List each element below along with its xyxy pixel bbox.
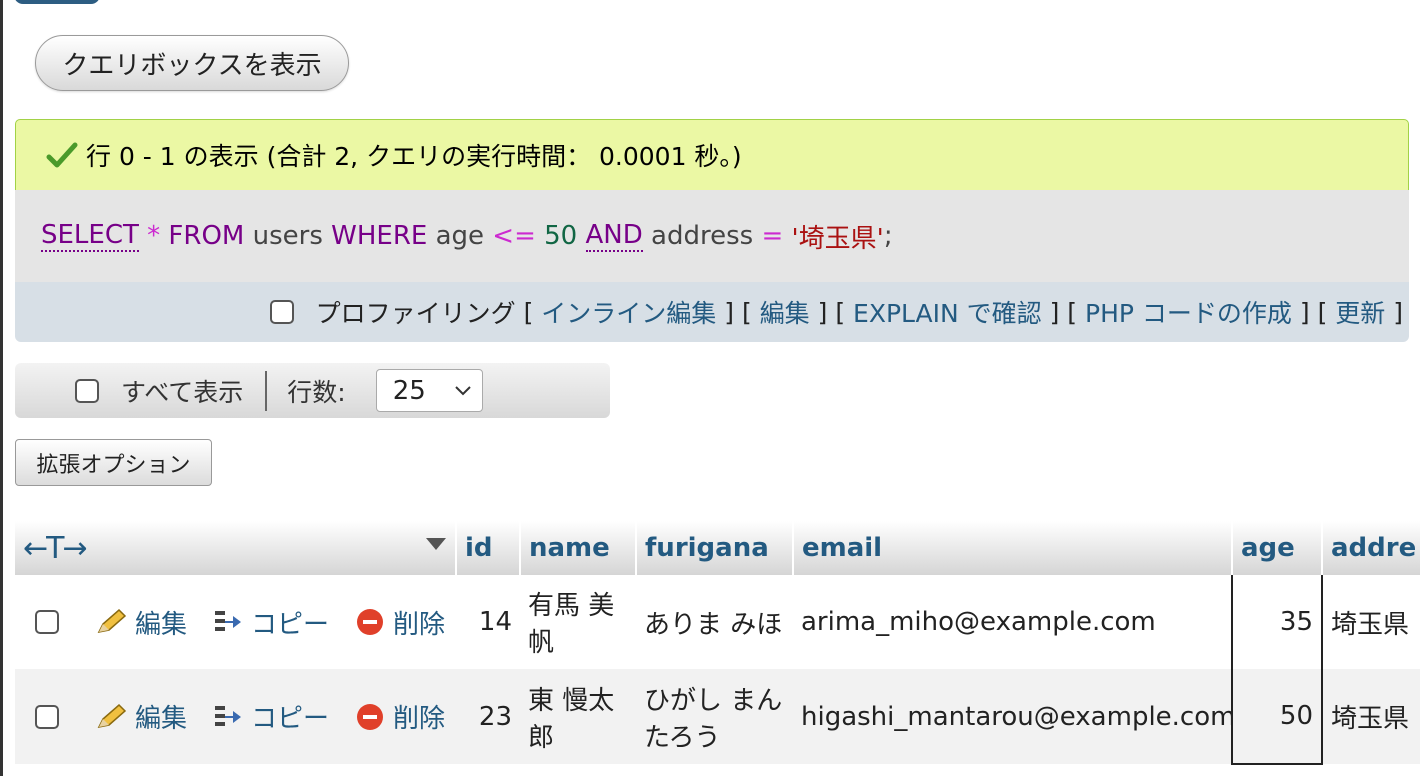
cell-address: 埼玉県 [1322,669,1420,764]
column-header-address[interactable]: addre [1322,521,1420,575]
show-all-label: すべて表示 [121,377,244,407]
bracket-sep: ] [ [1291,297,1336,327]
sql-star: * [147,221,161,251]
cell-id: 14 [456,575,520,669]
sql-table-name: users [252,221,323,251]
success-message-text: 行 0 - 1 の表示 (合計 2, クエリの実行時間： 0.0001 秒。) [86,142,742,171]
success-message-panel: 行 0 - 1 の表示 (合計 2, クエリの実行時間： 0.0001 秒。) [15,119,1409,191]
rows-count-label: 行数: [287,377,346,407]
profiling-checkbox[interactable] [269,300,294,324]
sql-string-value: '埼玉県' [791,223,884,254]
row-actions-cell: 編集 コピー 削除 [15,669,456,764]
column-header-age[interactable]: age [1232,521,1323,575]
chevron-down-icon [454,385,471,395]
inline-edit-link[interactable]: インライン編集 [541,294,716,330]
column-header-id[interactable]: id [456,521,521,575]
cell-name: 東 慢太郎 [520,669,636,764]
explain-link[interactable]: EXPLAIN で確認 [853,294,1042,330]
bracket-close: ] [1385,297,1403,327]
top-tab-fragment[interactable] [14,0,100,4]
sql-column-age: age [435,221,485,251]
cell-email: arima_miho@example.com [793,575,1232,669]
cell-furigana: ありま みほ [636,575,793,669]
sql-operator-eq: = [761,221,784,251]
table-row: 編集 コピー 削除 14 有馬 美帆 ありま みほ arima_miho@exa… [15,575,1420,669]
checkmark-icon [46,142,78,168]
table-row: 編集 コピー 削除 23 東 慢太郎 ひがし まんたろう higashi_man… [15,669,1420,765]
navigation-bar: すべて表示 行数: 25 [15,363,610,418]
column-arrows-icon[interactable]: ←T→ [23,531,88,566]
sql-keyword-and[interactable]: AND [585,220,643,252]
refresh-link[interactable]: 更新 [1335,294,1385,330]
row-actions-cell: 編集 コピー 削除 [15,575,456,669]
pencil-icon [97,608,127,634]
window-edge [0,0,3,776]
bracket-sep: ] [ [716,297,760,327]
row-select-checkbox[interactable] [35,610,59,634]
bracket-sep: ] [ [1041,297,1086,327]
sql-number-value: 50 [544,221,578,251]
create-php-code-link[interactable]: PHP コードの作成 [1085,294,1292,330]
profiling-label: プロファイリング [315,299,516,328]
column-header-name[interactable]: name [520,521,637,575]
extended-options-button[interactable]: 拡張オプション [15,439,212,486]
rows-per-page-select[interactable]: 25 [375,369,483,412]
row-delete-link[interactable]: 削除 [393,604,445,641]
query-action-bar: プロファイリング [ インライン編集 ] [ 編集 ] [ EXPLAIN で確… [15,282,1409,342]
cell-name: 有馬 美帆 [520,575,636,669]
column-header-furigana[interactable]: furigana [636,521,794,575]
row-delete-link[interactable]: 削除 [393,698,445,735]
sql-keyword-select[interactable]: SELECT [41,220,139,252]
cell-age: 50 [1231,669,1323,765]
table-header-row: ←T→ id name furigana email age addre [15,521,1420,575]
cell-furigana: ひがし まんたろう [636,669,793,764]
sql-query-display: SELECT * FROM users WHERE age <= 50 AND … [15,190,1409,282]
cell-address: 埼玉県 [1322,575,1420,669]
show-all-checkbox[interactable] [75,378,99,403]
cell-id: 23 [456,669,520,764]
column-header-email[interactable]: email [793,521,1233,575]
row-select-checkbox[interactable] [35,704,59,729]
bracket-sep: ] [ [809,297,854,327]
sql-column-address: address [651,221,754,251]
copy-icon [215,705,242,726]
delete-icon [357,703,384,730]
delete-icon [357,609,384,635]
sql-keyword-from: FROM [168,221,245,251]
row-edit-link[interactable]: 編集 [135,604,187,641]
nav-divider [265,370,268,411]
triangle-down-icon[interactable] [425,537,447,551]
rows-per-page-value: 25 [392,375,426,406]
sql-keyword-where: WHERE [331,221,428,251]
row-copy-link[interactable]: コピー [251,698,329,735]
row-copy-link[interactable]: コピー [251,604,329,641]
results-table: ←T→ id name furigana email age addre 編集 … [15,521,1420,765]
sql-terminator: ; [883,221,893,251]
row-edit-link[interactable]: 編集 [135,698,187,735]
bracket-open: [ [515,297,542,327]
show-query-box-button[interactable]: クエリボックスを表示 [35,35,349,91]
sql-operator-lte: <= [492,221,536,251]
cell-age: 35 [1231,575,1323,669]
cell-email: higashi_mantarou@example.com [793,669,1232,764]
edit-query-link[interactable]: 編集 [760,294,810,330]
copy-icon [215,611,242,631]
column-toggle-header[interactable]: ←T→ [15,521,457,575]
pencil-icon [97,703,127,728]
